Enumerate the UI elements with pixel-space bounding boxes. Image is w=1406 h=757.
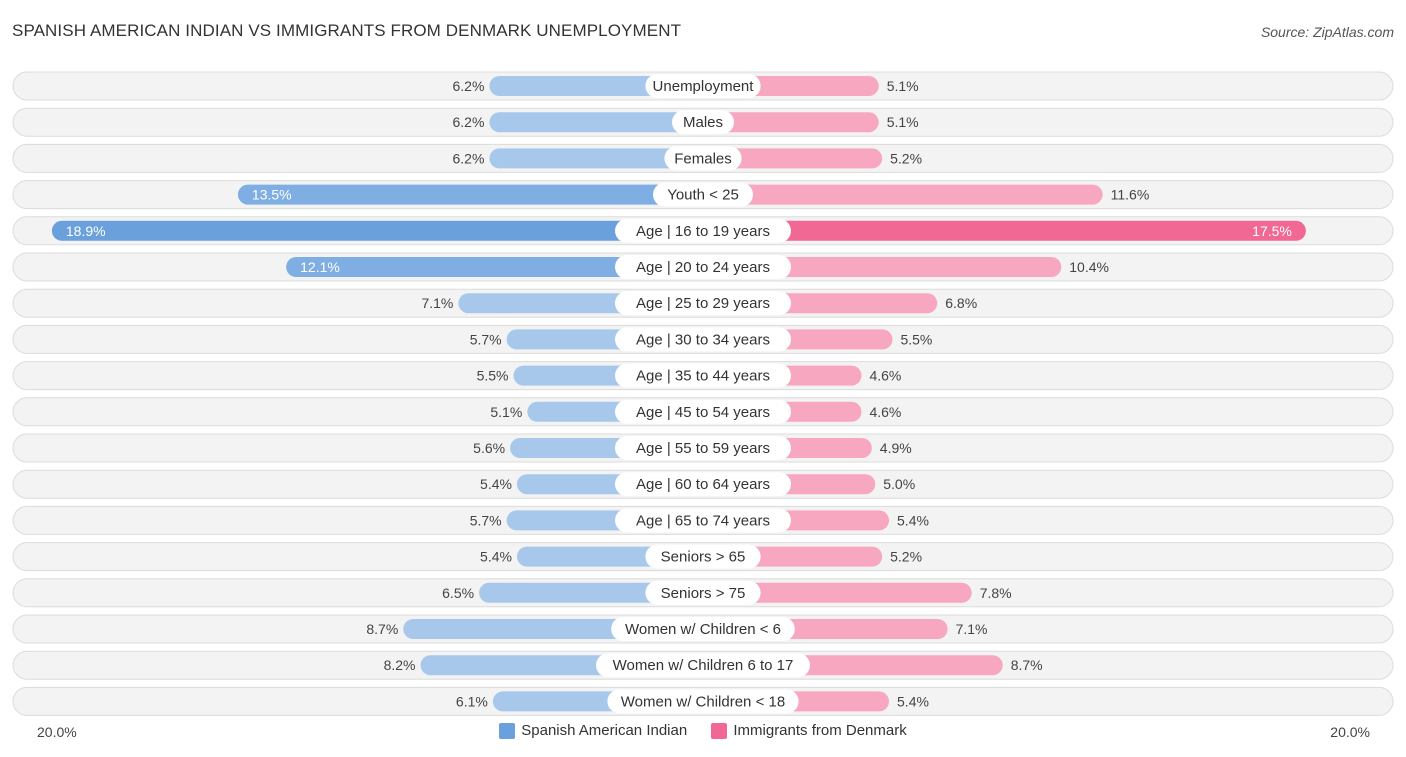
category-label: Males xyxy=(683,114,723,131)
legend: Spanish American Indian Immigrants from … xyxy=(0,722,1406,743)
value-label-spanish-american-indian: 5.5% xyxy=(477,368,509,384)
value-label-spanish-american-indian: 7.1% xyxy=(421,295,453,311)
value-label-spanish-american-indian: 8.7% xyxy=(366,621,398,637)
value-label-immigrants-from-denmark: 5.1% xyxy=(887,114,919,130)
value-label-immigrants-from-denmark: 11.6% xyxy=(1111,187,1150,203)
value-label-immigrants-from-denmark: 5.5% xyxy=(900,331,932,347)
value-label-spanish-american-indian: 5.6% xyxy=(473,440,505,456)
legend-swatch xyxy=(711,722,728,739)
value-label-immigrants-from-denmark: 8.7% xyxy=(1011,657,1043,673)
value-label-immigrants-from-denmark: 5.1% xyxy=(887,78,919,94)
value-label-spanish-american-indian: 5.4% xyxy=(480,549,512,565)
value-label-spanish-american-indian: 6.5% xyxy=(442,585,474,601)
value-label-immigrants-from-denmark: 10.4% xyxy=(1069,259,1109,275)
value-label-immigrants-from-denmark: 5.2% xyxy=(890,150,922,166)
category-label: Age | 65 to 74 years xyxy=(636,512,770,529)
value-label-spanish-american-indian: 6.2% xyxy=(452,114,484,130)
category-label: Seniors > 65 xyxy=(661,549,746,566)
value-label-spanish-american-indian: 8.2% xyxy=(384,657,416,673)
legend-item-immigrants-from-denmark[interactable]: Immigrants from Denmark xyxy=(711,722,907,739)
category-label: Age | 60 to 64 years xyxy=(636,476,770,493)
category-label: Age | 35 to 44 years xyxy=(636,368,770,385)
value-label-immigrants-from-denmark: 7.8% xyxy=(980,585,1012,601)
legend-swatch xyxy=(499,722,516,739)
category-label: Age | 20 to 24 years xyxy=(636,259,770,276)
value-label-immigrants-from-denmark: 4.9% xyxy=(880,440,912,456)
value-label-spanish-american-indian: 6.2% xyxy=(452,150,484,166)
category-label: Women w/ Children < 18 xyxy=(621,693,785,710)
value-label-immigrants-from-denmark: 5.0% xyxy=(883,476,915,492)
chart-canvas: 6.2% 5.1% Unemployment 6.2% 5.1% Males 6.2% 5.2… xyxy=(12,71,1394,716)
value-label-spanish-american-indian: 5.4% xyxy=(480,476,512,492)
bar-spanish-american-indian xyxy=(237,184,716,205)
category-label: Age | 45 to 54 years xyxy=(636,404,770,421)
value-label-spanish-american-indian: 5.7% xyxy=(470,331,502,347)
category-label: Age | 30 to 34 years xyxy=(636,331,770,348)
value-label-immigrants-from-denmark: 4.6% xyxy=(869,404,901,420)
category-label: Unemployment xyxy=(653,78,755,95)
value-label-immigrants-from-denmark: 5.4% xyxy=(897,693,929,709)
value-label-immigrants-from-denmark: 6.8% xyxy=(945,295,977,311)
value-label-spanish-american-indian: 5.7% xyxy=(470,512,502,528)
value-label-spanish-american-indian: 5.1% xyxy=(490,404,522,420)
category-label: Youth < 25 xyxy=(667,187,739,204)
legend-label: Spanish American Indian xyxy=(521,722,688,739)
value-label-immigrants-from-denmark: 7.1% xyxy=(956,621,988,637)
value-label-immigrants-from-denmark: 5.2% xyxy=(890,549,922,565)
category-label: Females xyxy=(674,150,732,167)
value-label-immigrants-from-denmark: 4.6% xyxy=(869,368,901,384)
value-label-spanish-american-indian: 12.1% xyxy=(300,259,340,275)
value-label-spanish-american-indian: 13.5% xyxy=(252,187,292,203)
legend-item-spanish-american-indian[interactable]: Spanish American Indian xyxy=(499,722,687,739)
value-label-spanish-american-indian: 18.9% xyxy=(66,223,106,239)
category-label: Women w/ Children < 6 xyxy=(625,621,781,638)
legend-label: Immigrants from Denmark xyxy=(733,722,907,739)
category-label: Seniors > 75 xyxy=(661,585,746,602)
value-label-spanish-american-indian: 6.2% xyxy=(452,78,484,94)
value-label-immigrants-from-denmark: 5.4% xyxy=(897,512,929,528)
category-label: Age | 16 to 19 years xyxy=(636,223,770,240)
category-label: Age | 55 to 59 years xyxy=(636,440,770,457)
value-label-spanish-american-indian: 6.1% xyxy=(456,693,488,709)
category-label: Age | 25 to 29 years xyxy=(636,295,770,312)
value-label-immigrants-from-denmark: 17.5% xyxy=(1252,223,1292,239)
category-label: Women w/ Children 6 to 17 xyxy=(613,657,794,674)
